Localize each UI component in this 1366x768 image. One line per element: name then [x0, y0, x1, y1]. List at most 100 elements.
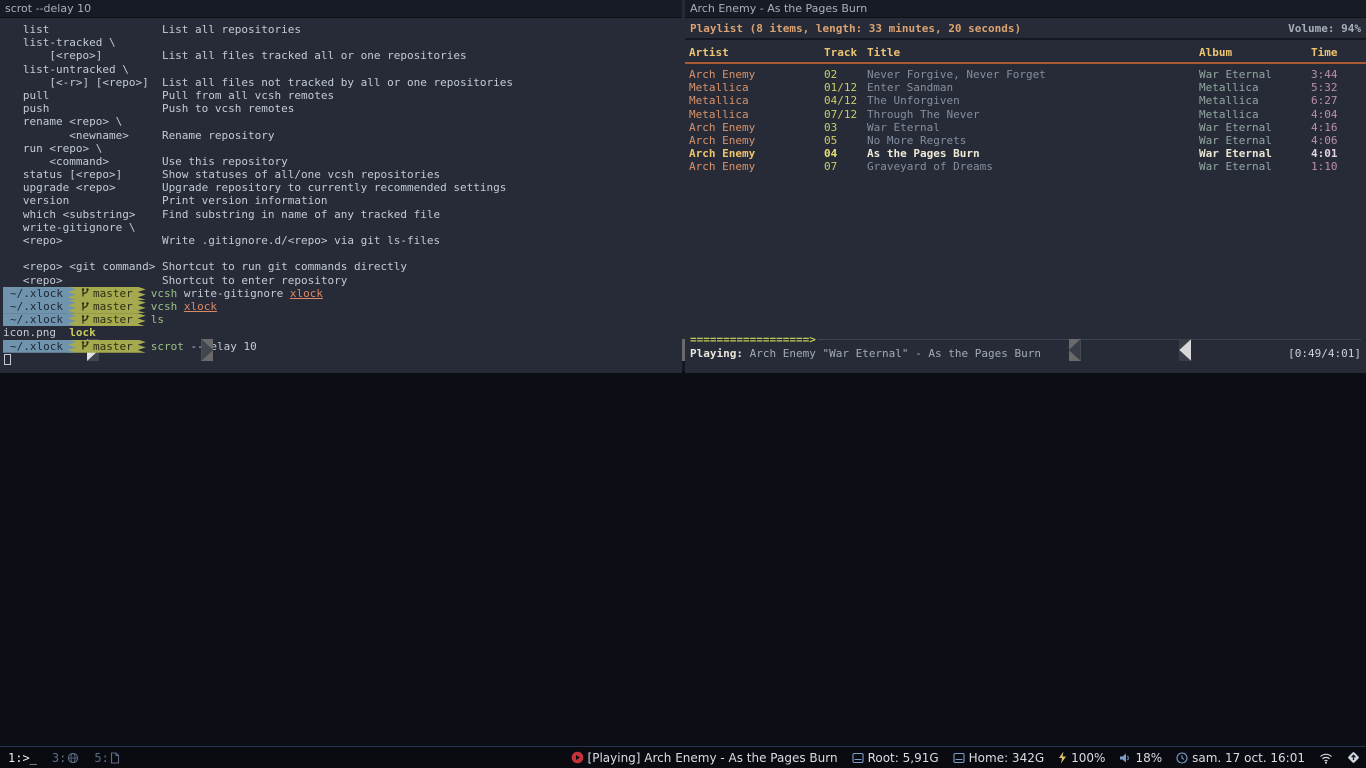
playlist-row[interactable]: Metallica01/12Enter SandmanMetallica5:32	[685, 81, 1366, 94]
cell-time: 5:32	[1311, 81, 1366, 94]
powerline-arrow-icon	[1179, 339, 1191, 361]
cell-artist: Metallica	[689, 94, 824, 107]
shell-prompt-line: ~/.xlock master vcsh write-gitignore xlo…	[3, 287, 682, 300]
prompt-git-segment: master	[67, 287, 146, 300]
playlist-row[interactable]: Metallica04/12The UnforgivenMetallica6:2…	[685, 94, 1366, 107]
cell-track: 03	[824, 121, 867, 134]
battery-indicator: 100%	[1058, 751, 1105, 765]
terminal-output-line: status [<repo>] Show statuses of all/one…	[3, 168, 682, 181]
prompt-path: ~/.xlock	[10, 287, 63, 300]
cell-title: The Unforgiven	[867, 94, 1199, 107]
terminal-output-line: which <substring> Find substring in name…	[3, 208, 682, 221]
workspace-5-documents[interactable]: 5:	[94, 751, 119, 765]
terminal-cursor	[4, 354, 11, 365]
playlist-row[interactable]: Arch Enemy07Graveyard of DreamsWar Etern…	[685, 160, 1366, 173]
playlist-rows: Arch Enemy02Never Forgive, Never ForgetW…	[685, 68, 1366, 174]
cell-track: 07	[824, 160, 867, 173]
workspace-1-terminal[interactable]: 1:>_	[8, 751, 37, 765]
playlist-summary: Playlist (8 items, length: 33 minutes, 2…	[690, 22, 1021, 35]
terminal-titlebar[interactable]: scrot --delay 10	[0, 0, 682, 18]
playlist-row[interactable]: Arch Enemy03War EternalWar Eternal4:16	[685, 121, 1366, 134]
text-token: vcsh	[151, 300, 184, 313]
updates-indicator[interactable]	[1347, 751, 1360, 764]
terminal-title: scrot --delay 10	[5, 2, 91, 15]
cell-time: 1:10	[1311, 160, 1366, 173]
shell-prompt-line: ~/.xlock master vcsh xlock	[3, 300, 682, 313]
cell-time: 3:44	[1311, 68, 1366, 81]
cell-artist: Arch Enemy	[689, 68, 824, 81]
cell-album: War Eternal	[1199, 68, 1311, 81]
music-player-window[interactable]: Arch Enemy - As the Pages Burn Playlist …	[685, 0, 1366, 373]
header-rule	[685, 62, 1366, 64]
battery-percent: 100%	[1071, 751, 1105, 765]
text-token: xlock	[290, 287, 323, 300]
prompt-path: ~/.xlock	[10, 300, 63, 313]
playlist-column-headers: Artist Track Title Album Time	[685, 42, 1366, 62]
cell-album: Metallica	[1199, 94, 1311, 107]
terminal-output-line: [<-r>] [<repo>] List all files not track…	[3, 76, 682, 89]
terminal-output-line: pull Pull from all vcsh remotes	[3, 89, 682, 102]
cell-title: War Eternal	[867, 121, 1199, 134]
cell-artist: Arch Enemy	[689, 160, 824, 173]
workspace-switcher: 1:>_ 3: 5:	[0, 751, 120, 765]
cell-artist: Arch Enemy	[689, 147, 824, 160]
cell-album: War Eternal	[1199, 160, 1311, 173]
workspace-3-browser[interactable]: 3:	[52, 751, 79, 765]
volume-status: 18%	[1119, 751, 1162, 765]
terminal-output-line: <newname> Rename repository	[3, 129, 682, 142]
cell-title: Enter Sandman	[867, 81, 1199, 94]
text-token: vcsh	[151, 287, 184, 300]
terminal-window[interactable]: scrot --delay 10 list List all repositor…	[0, 0, 682, 373]
terminal-output-line: <command> Use this repository	[3, 155, 682, 168]
network-indicator[interactable]	[1319, 752, 1333, 764]
column-time: Time	[1311, 46, 1366, 59]
git-branch-icon	[81, 315, 89, 325]
status-bar: 1:>_ 3: 5: [Playing] Arch Enemy - As the…	[0, 746, 1366, 768]
prompt-branch: master	[93, 287, 133, 300]
prompt-path-segment: ~/.xlock	[3, 340, 76, 353]
cell-artist: Arch Enemy	[689, 121, 824, 134]
shell-prompt-line: ~/.xlock master scrot --delay 10	[3, 340, 682, 353]
prompt-git-segment: master	[67, 313, 146, 326]
prompt-branch: master	[93, 300, 133, 313]
terminal-body[interactable]: list List all repositories list-tracked …	[0, 18, 682, 366]
cell-time: 4:16	[1311, 121, 1366, 134]
terminal-output-line: <repo> Write .gitignore.d/<repo> via git…	[3, 234, 682, 247]
prompt-path-segment: ~/.xlock	[3, 300, 76, 313]
playlist-row[interactable]: Arch Enemy02Never Forgive, Never ForgetW…	[685, 68, 1366, 81]
now-playing-text: Arch Enemy "War Eternal" - As the Pages …	[743, 347, 1041, 360]
cell-track: 04/12	[824, 94, 867, 107]
text-token: scrot	[151, 340, 191, 353]
speaker-icon	[1119, 752, 1131, 764]
player-title: Arch Enemy - As the Pages Burn	[690, 2, 867, 15]
player-status-area: ==================> Playing: Arch Enemy …	[685, 333, 1366, 361]
home-disk-usage: Home: 342G	[953, 751, 1045, 765]
track-progress-bar[interactable]: ==================>	[690, 333, 1361, 346]
column-album: Album	[1199, 46, 1311, 59]
powerline-arrow-icon	[1069, 339, 1081, 361]
cell-album: Metallica	[1199, 81, 1311, 94]
playlist-row[interactable]: Arch Enemy05No More RegretsWar Eternal4:…	[685, 134, 1366, 147]
cell-artist: Arch Enemy	[689, 134, 824, 147]
date-time-text: sam. 17 oct. 16:01	[1192, 751, 1305, 765]
prompt-path-segment: ~/.xlock	[3, 287, 76, 300]
cell-album: War Eternal	[1199, 121, 1311, 134]
updates-icon	[1347, 751, 1360, 764]
progress-arrow: ==================>	[690, 333, 816, 346]
playlist-row-current[interactable]: Arch Enemy04As the Pages BurnWar Eternal…	[685, 147, 1366, 160]
cell-time: 4:06	[1311, 134, 1366, 147]
playing-state-label: Playing:	[690, 347, 743, 360]
date-time: sam. 17 oct. 16:01	[1176, 751, 1305, 765]
volume-indicator: Volume: 94%	[1288, 22, 1361, 35]
cell-track: 05	[824, 134, 867, 147]
terminal-output-line: <repo> Shortcut to enter repository	[3, 274, 682, 287]
playlist-row[interactable]: Metallica07/12Through The NeverMetallica…	[685, 108, 1366, 121]
shell-prompt-line: ~/.xlock master ls	[3, 313, 682, 326]
player-titlebar[interactable]: Arch Enemy - As the Pages Burn	[685, 0, 1366, 18]
cell-artist: Metallica	[689, 81, 824, 94]
now-playing-indicator[interactable]: [Playing] Arch Enemy - As the Pages Burn	[571, 751, 838, 765]
text-token: xlock	[184, 300, 217, 313]
ls-output-line: icon.png lock	[3, 326, 682, 339]
bolt-icon	[1058, 751, 1067, 764]
cell-track: 01/12	[824, 81, 867, 94]
